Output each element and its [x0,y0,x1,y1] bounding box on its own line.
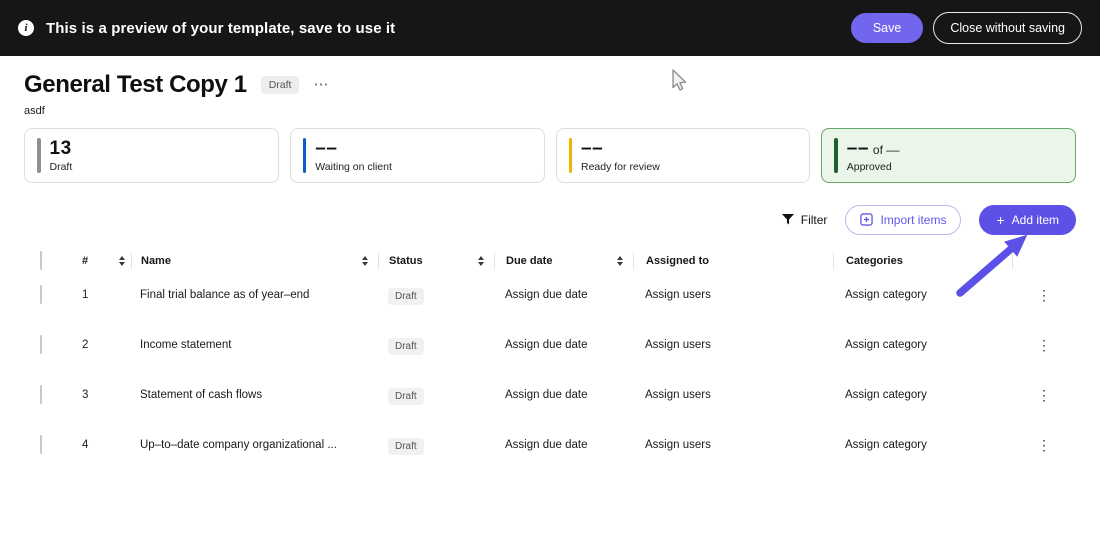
sort-icon[interactable] [617,256,623,266]
row-checkbox[interactable] [40,385,42,404]
assign-category-cell[interactable]: Assign category [833,389,1012,401]
assign-users-cell[interactable]: Assign users [633,289,833,301]
assign-category-cell[interactable]: Assign category [833,339,1012,351]
import-icon [860,213,874,226]
assign-category-cell[interactable]: Assign category [833,289,1012,301]
row-number: 3 [82,389,89,401]
save-button[interactable]: Save [850,13,924,43]
assign-users-cell[interactable]: Assign users [633,389,833,401]
funnel-icon [781,214,794,225]
stat-card-approved[interactable]: –– of –– Approved [821,128,1076,183]
item-name[interactable]: Income statement [131,339,378,351]
assign-users-cell[interactable]: Assign users [633,339,833,351]
close-without-saving-button[interactable]: Close without saving [933,12,1082,44]
stat-value: –– [846,137,869,159]
item-name[interactable]: Statement of cash flows [131,389,378,401]
assign-users-cell[interactable]: Assign users [633,439,833,451]
stat-card-draft[interactable]: 13 Draft [24,128,279,183]
column-header-assigned-to: Assigned to [646,255,709,267]
status-badge: Draft [388,337,424,355]
column-header-due-date: Due date [506,255,553,267]
more-options-icon[interactable]: ⋯ [313,77,329,92]
stat-value: 13 [49,137,72,159]
row-number: 4 [82,439,89,451]
column-header-number: # [82,255,89,267]
table-row[interactable]: 3 Statement of cash flows Draft Assign d… [24,370,1076,420]
plus-icon: + [996,211,1005,228]
stat-card-ready-for-review[interactable]: –– Ready for review [555,128,811,183]
add-item-button[interactable]: + Add item [979,204,1076,235]
table-row[interactable]: 2 Income statement Draft Assign due date… [24,320,1076,370]
card-accent-bar [37,138,41,173]
import-items-label: Import items [880,212,947,227]
page-subtitle: asdf [24,105,45,117]
item-name[interactable]: Up–to–date company organizational ... [131,439,378,451]
row-checkbox[interactable] [40,435,42,454]
preview-banner: i This is a preview of your template, sa… [0,0,1100,56]
item-name[interactable]: Final trial balance as of year–end [131,289,378,301]
table-row[interactable]: 4 Up–to–date company organizational ... … [24,420,1076,470]
row-number: 1 [82,289,89,301]
status-badge: Draft [388,387,424,405]
column-header-name: Name [141,255,171,267]
template-status-badge: Draft [260,76,300,94]
filter-button[interactable]: Filter [781,212,828,227]
row-number: 2 [82,339,89,351]
card-accent-bar [302,138,307,173]
assign-due-date-cell[interactable]: Assign due date [494,339,633,351]
sort-icon[interactable] [119,256,125,266]
assign-due-date-cell[interactable]: Assign due date [494,389,633,401]
card-accent-bar [834,138,838,173]
add-item-label: Add item [1011,212,1059,227]
stat-label: Ready for review [581,160,660,173]
card-accent-bar [568,138,572,173]
row-menu-icon[interactable]: ⋮ [1012,287,1076,304]
column-header-status: Status [389,255,423,267]
info-icon: i [18,20,34,36]
page-title: General Test Copy 1 [24,71,247,98]
stat-value: –– [581,137,604,159]
row-menu-icon[interactable]: ⋮ [1012,337,1076,354]
banner-message: This is a preview of your template, save… [46,19,396,37]
sort-icon[interactable] [362,256,368,266]
row-checkbox[interactable] [40,285,42,304]
column-header-actions [1012,253,1076,269]
stat-label: Waiting on client [315,160,392,173]
stat-label: Approved [846,160,892,173]
row-menu-icon[interactable]: ⋮ [1012,437,1076,454]
assign-category-cell[interactable]: Assign category [833,439,1012,451]
status-badge: Draft [388,437,424,455]
column-header-categories: Categories [846,255,903,267]
filter-label: Filter [800,212,828,227]
select-all-checkbox[interactable] [40,251,42,270]
table-header-row: # Name Status Due date Assigned to Categ… [24,251,1076,270]
stat-value-suffix: of –– [872,142,900,157]
stat-label: Draft [49,160,73,173]
status-summary-cards: 13 Draft –– Waiting on client –– Ready f… [24,128,1076,183]
status-badge: Draft [388,287,424,305]
assign-due-date-cell[interactable]: Assign due date [494,289,633,301]
sort-icon[interactable] [478,256,484,266]
import-items-button[interactable]: Import items [845,204,962,235]
row-menu-icon[interactable]: ⋮ [1012,387,1076,404]
stat-value: –– [315,137,338,159]
row-checkbox[interactable] [40,335,42,354]
items-table: # Name Status Due date Assigned to Categ… [24,251,1076,470]
assign-due-date-cell[interactable]: Assign due date [494,439,633,451]
table-row[interactable]: 1 Final trial balance as of year–end Dra… [24,270,1076,320]
stat-card-waiting-on-client[interactable]: –– Waiting on client [289,128,545,183]
